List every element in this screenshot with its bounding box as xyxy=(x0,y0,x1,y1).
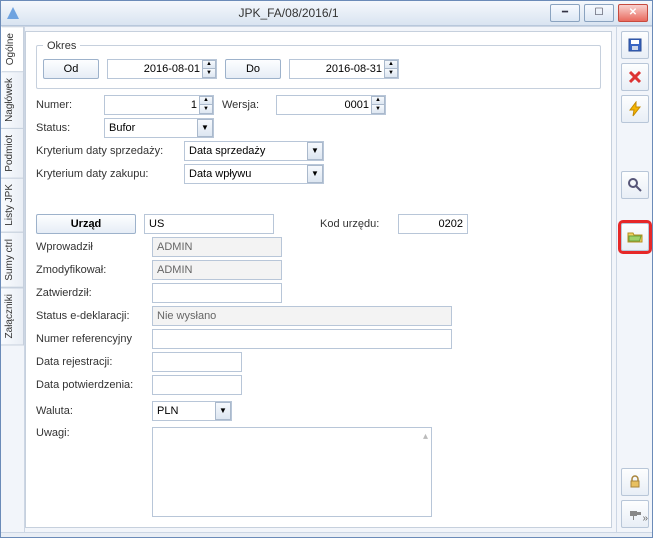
do-date-input[interactable] xyxy=(289,59,399,79)
data-potw-input[interactable] xyxy=(152,375,242,395)
urzad-input[interactable] xyxy=(144,214,274,234)
status-edek-label: Status e-deklaracji: xyxy=(36,310,144,322)
open-folder-icon xyxy=(627,229,643,245)
chevron-down-icon[interactable]: ▼ xyxy=(197,119,213,137)
right-toolbar: » xyxy=(616,27,652,532)
magnifier-icon xyxy=(627,177,643,193)
do-button[interactable]: Do xyxy=(225,59,281,79)
od-date-input[interactable] xyxy=(107,59,217,79)
od-date-spinner[interactable]: ▲▼ xyxy=(202,60,216,78)
numer-label: Numer: xyxy=(36,99,96,111)
delete-icon xyxy=(628,70,642,84)
tab-sumy-ctrl[interactable]: Sumy ctrl xyxy=(1,232,24,288)
kod-urzedu-label: Kod urzędu: xyxy=(320,218,390,230)
main-panel: Okres Od ▲▼ Do ▲▼ Numer: xyxy=(25,31,612,528)
data-rej-label: Data rejestracji: xyxy=(36,356,144,368)
do-date-spinner[interactable]: ▲▼ xyxy=(384,60,398,78)
uwagi-textarea[interactable] xyxy=(152,427,432,517)
wprowadzil-label: Wprowadził xyxy=(36,241,144,253)
zatwierdzil-label: Zatwierdził: xyxy=(36,287,144,299)
open-folder-button[interactable] xyxy=(621,223,649,251)
zmodyfikowal-input xyxy=(152,260,282,280)
kryt-sprzedazy-label: Kryterium daty sprzedaży: xyxy=(36,145,176,157)
waluta-label: Waluta: xyxy=(36,405,144,417)
numer-input[interactable] xyxy=(104,95,214,115)
tab-listy-jpk[interactable]: Listy JPK xyxy=(1,177,24,233)
expand-toolbar-icon[interactable]: » xyxy=(642,513,648,524)
window-title: JPK_FA/08/2016/1 xyxy=(27,6,550,20)
scroll-up-icon[interactable]: ▴ xyxy=(423,431,428,442)
okres-group: Okres Od ▲▼ Do ▲▼ xyxy=(36,40,601,89)
pin-icon xyxy=(628,507,642,521)
app-icon xyxy=(5,5,21,21)
od-button[interactable]: Od xyxy=(43,59,99,79)
status-label: Status: xyxy=(36,122,96,134)
okres-legend: Okres xyxy=(43,40,80,52)
titlebar: JPK_FA/08/2016/1 ━ ☐ ✕ xyxy=(1,1,652,26)
chevron-down-icon[interactable]: ▼ xyxy=(307,165,323,183)
wersja-input[interactable] xyxy=(276,95,386,115)
data-rej-input[interactable] xyxy=(152,352,242,372)
maximize-button[interactable]: ☐ xyxy=(584,4,614,22)
save-icon xyxy=(627,37,643,53)
wersja-label: Wersja: xyxy=(222,99,268,111)
close-button[interactable]: ✕ xyxy=(618,4,648,22)
delete-button[interactable] xyxy=(621,63,649,91)
kod-urzedu-input[interactable] xyxy=(398,214,468,234)
chevron-down-icon[interactable]: ▼ xyxy=(307,142,323,160)
tab-podmiot[interactable]: Podmiot xyxy=(1,128,24,179)
vertical-tabs: Załączniki Sumy ctrl Listy JPK Podmiot N… xyxy=(1,27,25,532)
data-potw-label: Data potwierdzenia: xyxy=(36,379,144,391)
tab-zalaczniki[interactable]: Załączniki xyxy=(1,287,24,345)
zmodyfikowal-label: Zmodyfikował: xyxy=(36,264,144,276)
kryt-zakupu-label: Kryterium daty zakupu: xyxy=(36,168,176,180)
tab-ogolne[interactable]: Ogólne xyxy=(1,26,24,72)
lock-button[interactable] xyxy=(621,468,649,496)
tab-naglowek[interactable]: Nagłówek xyxy=(1,71,24,129)
kryt-zakupu-combo[interactable] xyxy=(184,164,324,184)
minimize-button[interactable]: ━ xyxy=(550,4,580,22)
search-button[interactable] xyxy=(621,171,649,199)
numer-ref-input[interactable] xyxy=(152,329,452,349)
calculate-button[interactable] xyxy=(621,95,649,123)
wprowadzil-input xyxy=(152,237,282,257)
statusbar xyxy=(1,532,652,537)
urzad-button[interactable]: Urząd xyxy=(36,214,136,234)
numer-spinner[interactable]: ▲▼ xyxy=(199,96,213,114)
uwagi-label: Uwagi: xyxy=(36,427,144,439)
wersja-spinner[interactable]: ▲▼ xyxy=(371,96,385,114)
save-button[interactable] xyxy=(621,31,649,59)
zatwierdzil-input[interactable] xyxy=(152,283,282,303)
status-edek-input xyxy=(152,306,452,326)
lock-icon xyxy=(628,475,642,489)
numer-ref-label: Numer referencyjny xyxy=(36,333,144,345)
lightning-icon xyxy=(627,101,643,117)
chevron-down-icon[interactable]: ▼ xyxy=(215,402,231,420)
kryt-sprzedazy-combo[interactable] xyxy=(184,141,324,161)
